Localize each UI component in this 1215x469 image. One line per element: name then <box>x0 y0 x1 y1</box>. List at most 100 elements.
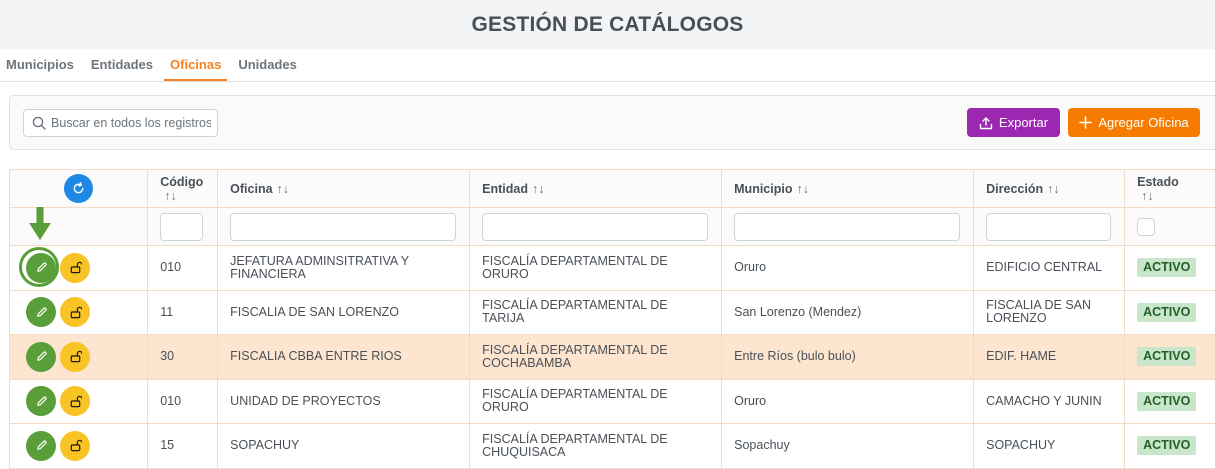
tab-entidades[interactable]: Entidades <box>85 57 159 81</box>
table-row[interactable]: 010 JEFATURA ADMINSITRATIVA Y FINANCIERA… <box>10 246 1215 291</box>
cell-codigo: 15 <box>148 424 218 469</box>
unlock-icon <box>69 261 82 274</box>
plus-icon <box>1079 116 1092 129</box>
cell-entidad: FISCALÍA DEPARTAMENTAL DE COCHABAMBA <box>470 335 722 380</box>
unlock-icon <box>69 395 82 408</box>
header-entidad-label: Entidad <box>482 182 528 196</box>
filter-oficina-input[interactable] <box>230 213 456 241</box>
add-office-button[interactable]: Agregar Oficina <box>1068 108 1200 137</box>
cell-oficina: JEFATURA ADMINSITRATIVA Y FINANCIERA <box>218 246 470 291</box>
header-codigo[interactable]: Código ↑↓ <box>148 170 218 208</box>
unlock-icon <box>69 306 82 319</box>
add-office-label: Agregar Oficina <box>1098 115 1188 130</box>
cell-municipio: San Lorenzo (Mendez) <box>722 290 974 335</box>
edit-button[interactable] <box>26 342 56 372</box>
unlock-button[interactable] <box>60 431 90 461</box>
cell-estado: ACTIVO <box>1125 246 1215 291</box>
filter-entidad-input[interactable] <box>482 213 708 241</box>
pencil-icon <box>35 306 48 319</box>
header-municipio[interactable]: Municipio↑↓ <box>722 170 974 208</box>
cell-direccion: SOPACHUY <box>974 424 1125 469</box>
cell-oficina: SOPACHUY <box>218 424 470 469</box>
status-badge: ACTIVO <box>1137 392 1196 411</box>
row-actions <box>10 379 148 424</box>
row-actions <box>10 424 148 469</box>
unlock-button[interactable] <box>60 297 90 327</box>
catalog-tabs: Municipios Entidades Oficinas Unidades <box>0 49 1215 82</box>
cell-municipio: Entre Ríos (bulo bulo) <box>722 335 974 380</box>
filter-direccion-input[interactable] <box>986 213 1111 241</box>
filter-cell-direccion <box>974 208 1125 246</box>
edit-button[interactable] <box>26 297 56 327</box>
header-estado-label: Estado <box>1137 175 1206 189</box>
actions-header <box>10 170 148 208</box>
cell-oficina: FISCALIA DE SAN LORENZO <box>218 290 470 335</box>
refresh-button[interactable] <box>64 174 93 203</box>
cell-codigo: 30 <box>148 335 218 380</box>
edit-button[interactable] <box>26 253 56 283</box>
edit-button[interactable] <box>26 431 56 461</box>
filter-cell-entidad <box>470 208 722 246</box>
unlock-button[interactable] <box>60 386 90 416</box>
sort-icon: ↑↓ <box>532 182 545 196</box>
pointer-arrow-icon <box>29 207 51 241</box>
page-header: GESTIÓN DE CATÁLOGOS <box>0 0 1215 49</box>
cell-direccion: EDIFICIO CENTRAL <box>974 246 1125 291</box>
header-oficina[interactable]: Oficina↑↓ <box>218 170 470 208</box>
unlock-button[interactable] <box>60 342 90 372</box>
cell-codigo: 010 <box>148 379 218 424</box>
status-badge: ACTIVO <box>1137 436 1196 455</box>
filter-estado-checkbox[interactable] <box>1137 218 1155 236</box>
tab-oficinas[interactable]: Oficinas <box>164 57 227 81</box>
sort-icon: ↑↓ <box>1047 182 1060 196</box>
cell-estado: ACTIVO <box>1125 290 1215 335</box>
table-row[interactable]: 11 FISCALIA DE SAN LORENZO FISCALÍA DEPA… <box>10 290 1215 335</box>
cell-entidad: FISCALÍA DEPARTAMENTAL DE CHUQUISACA <box>470 424 722 469</box>
status-badge: ACTIVO <box>1137 347 1196 366</box>
search-icon <box>32 116 46 130</box>
pencil-icon <box>35 350 48 363</box>
edit-button[interactable] <box>26 386 56 416</box>
page-title: GESTIÓN DE CATÁLOGOS <box>472 13 744 37</box>
sort-icon: ↑↓ <box>164 189 205 203</box>
unlock-icon <box>69 439 82 452</box>
header-direccion[interactable]: Dirección ↑↓ <box>974 170 1125 208</box>
header-direccion-label: Dirección <box>986 182 1043 196</box>
cell-direccion: CAMACHO Y JUNIN <box>974 379 1125 424</box>
table-toolbar: Exportar Agregar Oficina <box>9 95 1215 150</box>
sort-icon: ↑↓ <box>796 182 809 196</box>
table-row[interactable]: 010 UNIDAD DE PROYECTOS FISCALÍA DEPARTA… <box>10 379 1215 424</box>
table-row-highlighted[interactable]: 30 FISCALIA CBBA ENTRE RIOS FISCALÍA DEP… <box>10 335 1215 380</box>
cell-codigo: 010 <box>148 246 218 291</box>
offices-table: Código ↑↓ Oficina↑↓ Entidad ↑↓ Municipio↑… <box>9 169 1215 469</box>
filter-cell-estado <box>1125 208 1215 246</box>
header-entidad[interactable]: Entidad ↑↓ <box>470 170 722 208</box>
unlock-button[interactable] <box>60 253 90 283</box>
refresh-icon <box>72 182 85 195</box>
table-row[interactable]: 15 SOPACHUY FISCALÍA DEPARTAMENTAL DE CH… <box>10 424 1215 469</box>
filter-municipio-input[interactable] <box>734 213 960 241</box>
search-input[interactable] <box>51 116 211 130</box>
header-estado[interactable]: Estado ↑↓ <box>1125 170 1215 208</box>
row-actions <box>10 290 148 335</box>
pencil-icon <box>35 439 48 452</box>
cell-municipio: Oruro <box>722 246 974 291</box>
filter-cell-municipio <box>722 208 974 246</box>
tab-unidades[interactable]: Unidades <box>232 57 303 81</box>
export-label: Exportar <box>999 115 1048 130</box>
unlock-icon <box>69 350 82 363</box>
cell-direccion: FISCALIA DE SAN LORENZO <box>974 290 1125 335</box>
tab-municipios[interactable]: Municipios <box>0 57 80 81</box>
filter-cell-codigo <box>148 208 218 246</box>
export-button[interactable]: Exportar <box>967 108 1060 137</box>
status-badge: ACTIVO <box>1137 258 1196 277</box>
cell-estado: ACTIVO <box>1125 335 1215 380</box>
cell-oficina: UNIDAD DE PROYECTOS <box>218 379 470 424</box>
status-badge: ACTIVO <box>1137 303 1196 322</box>
cell-municipio: Sopachuy <box>722 424 974 469</box>
filter-cell-oficina <box>218 208 470 246</box>
pencil-icon <box>35 261 48 274</box>
upload-icon <box>979 116 993 130</box>
cell-entidad: FISCALÍA DEPARTAMENTAL DE ORURO <box>470 379 722 424</box>
filter-codigo-input[interactable] <box>160 213 203 241</box>
